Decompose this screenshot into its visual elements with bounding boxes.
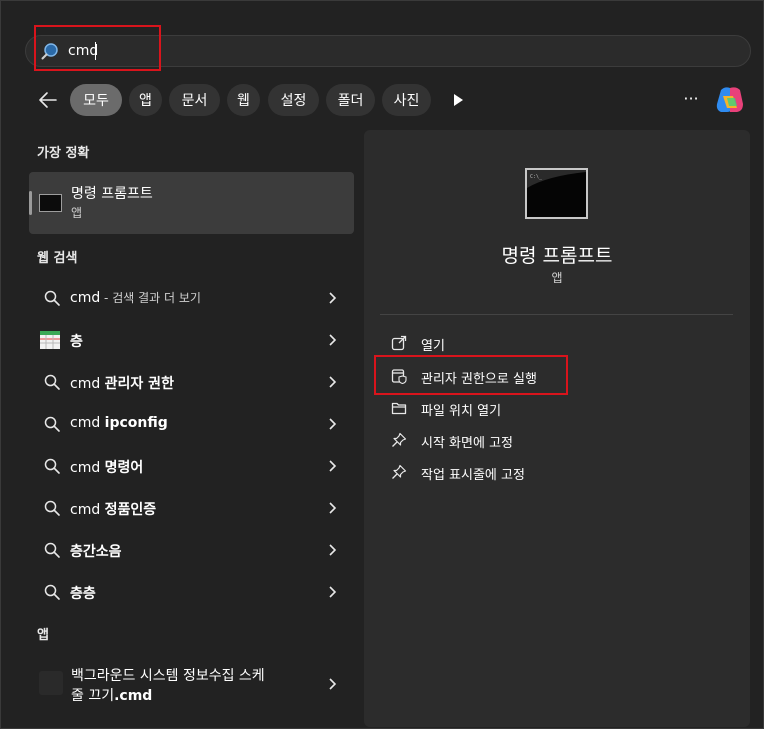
search-icon (44, 542, 60, 558)
action-label: 파일 위치 열기 (421, 404, 502, 419)
pin-icon (392, 464, 407, 479)
action-label: 시작 화면에 고정 (421, 436, 513, 451)
search-icon (44, 290, 60, 306)
action-label: 작업 표시줄에 고정 (421, 468, 525, 483)
chevron-right-icon (329, 502, 337, 514)
action-label: 열기 (421, 339, 445, 354)
best-match-item[interactable] (29, 172, 354, 234)
divider (380, 314, 733, 315)
chevron-right-icon (329, 292, 337, 304)
tab-documents[interactable]: 문서 (169, 84, 220, 116)
pin-icon (392, 432, 407, 447)
best-match-title: 명령 프롬프트 (71, 186, 153, 202)
open-file-location-action[interactable]: 파일 위치 열기 (387, 397, 717, 421)
web-result-label: cmd 정품인증 (70, 502, 157, 518)
search-icon (44, 458, 60, 474)
tab-folders[interactable]: 폴더 (326, 84, 375, 116)
open-external-icon (391, 335, 407, 351)
best-match-heading: 가장 정확 (37, 146, 90, 161)
pin-to-taskbar-action[interactable]: 작업 표시줄에 고정 (387, 461, 717, 485)
web-result-label: cmd - 검색 결과 더 보기 (70, 290, 201, 306)
start-search-window: 모두 앱 문서 웹 설정 폴더 사진 ··· 가장 정확 명령 프롬프트 앱 웹… (0, 0, 764, 729)
search-highlight-box (34, 25, 161, 71)
search-icon (44, 584, 60, 600)
chevron-right-icon (329, 586, 337, 598)
detail-subtitle: 앱 (551, 271, 563, 285)
web-result-row[interactable]: cmd 정품인증 (29, 488, 354, 528)
web-result-row[interactable]: cmd 명령어 (29, 446, 354, 486)
svg-text:C:\_: C:\_ (530, 174, 543, 180)
chevron-right-icon (329, 334, 337, 346)
run-as-admin-highlight-box (374, 355, 568, 395)
spreadsheet-icon (40, 331, 60, 349)
folder-icon (391, 402, 407, 415)
tab-settings[interactable]: 설정 (268, 84, 319, 116)
search-icon (44, 374, 60, 390)
web-result-row[interactable]: cmd 관리자 권한 (29, 362, 354, 402)
web-result-row[interactable]: cmd ipconfig (29, 404, 354, 444)
chevron-right-icon (329, 544, 337, 556)
tab-web[interactable]: 웹 (227, 84, 260, 116)
search-icon (44, 416, 60, 432)
chevron-right-icon (329, 460, 337, 472)
web-search-heading: 웹 검색 (37, 251, 78, 266)
back-arrow-icon[interactable] (37, 88, 59, 112)
pin-to-start-action[interactable]: 시작 화면에 고정 (387, 429, 717, 453)
web-result-label: cmd ipconfig (70, 415, 168, 431)
web-result-row[interactable]: 층 (29, 320, 354, 360)
web-result-label: 층간소음 (70, 544, 122, 560)
command-prompt-large-icon: C:\_ (525, 168, 588, 219)
open-action[interactable]: 열기 (387, 332, 717, 356)
copilot-icon[interactable] (713, 84, 747, 116)
search-icon (44, 500, 60, 516)
web-result-row[interactable]: 층층 (29, 572, 354, 612)
web-result-label: cmd 관리자 권한 (70, 376, 174, 392)
command-prompt-icon (39, 194, 62, 212)
detail-title: 명령 프롬프트 (501, 245, 613, 267)
web-result-row[interactable]: cmd - 검색 결과 더 보기 (29, 278, 354, 318)
web-result-label: cmd 명령어 (70, 460, 144, 476)
chevron-right-icon (329, 678, 337, 690)
web-result-label: 층 (70, 334, 83, 350)
best-match-subtitle: 앱 (71, 206, 83, 220)
chevron-right-icon (329, 376, 337, 388)
tab-all[interactable]: 모두 (70, 84, 122, 116)
web-result-row[interactable]: 층간소음 (29, 530, 354, 570)
more-options-button[interactable]: ··· (681, 89, 701, 109)
apps-heading: 앱 (37, 628, 49, 643)
web-result-label: 층층 (70, 586, 96, 602)
selection-indicator (29, 191, 32, 215)
cmd-file-icon (39, 671, 63, 695)
chevron-right-icon (329, 418, 337, 430)
terminal-screen-icon: C:\_ (527, 170, 586, 188)
tab-photos[interactable]: 사진 (382, 84, 431, 116)
tab-apps[interactable]: 앱 (129, 84, 162, 116)
app-result-label-line2: 줄 끄기.cmd (71, 688, 153, 704)
play-icon[interactable] (451, 92, 465, 108)
app-result-label-line1: 백그라운드 시스템 정보수집 스케 (71, 668, 265, 684)
